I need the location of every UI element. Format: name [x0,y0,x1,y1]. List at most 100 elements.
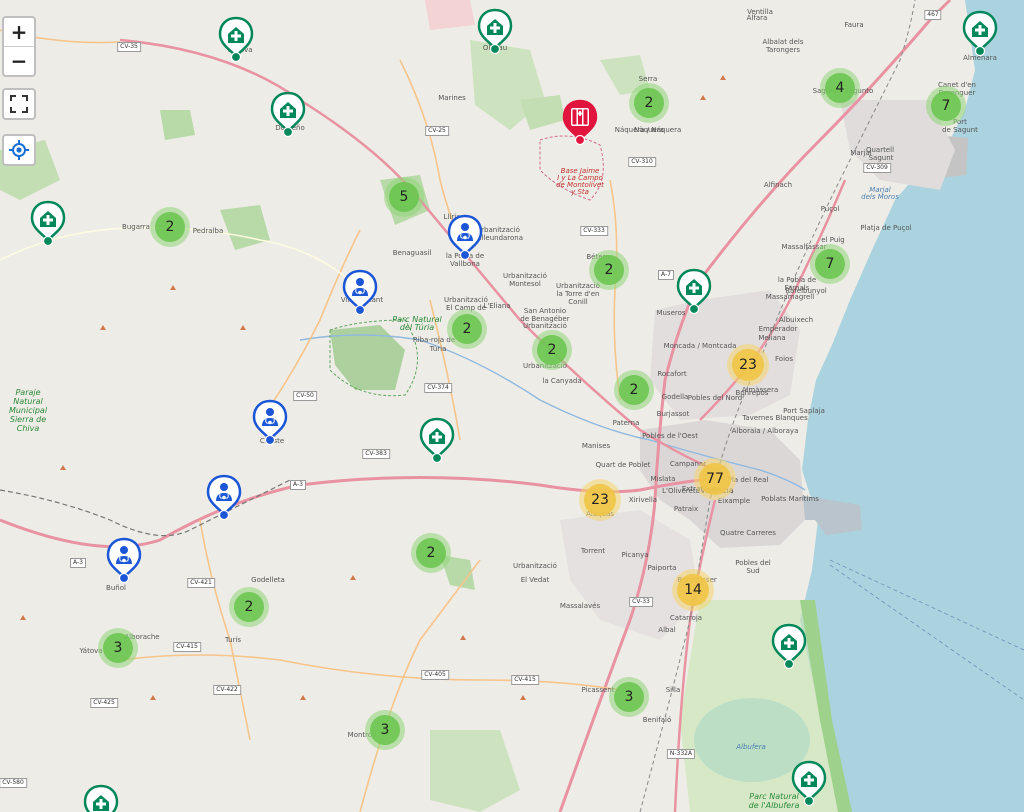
place-label: Natural [13,397,43,406]
hospital-marker[interactable] [419,417,455,464]
marker-cluster[interactable]: 2 [150,207,190,247]
place-label: Poblats Marítims [761,495,819,503]
hospital-marker[interactable] [270,91,306,138]
place-label: la Canyada [542,377,582,385]
road-shield: CV-415 [511,675,539,685]
marker-cluster[interactable]: 2 [447,309,487,349]
road-shield: CV-310 [628,157,656,167]
doctor-marker[interactable] [252,399,288,446]
place-label: dels Moros [861,193,899,201]
cluster-count: 7 [931,91,961,121]
place-label: Godella [661,393,689,401]
marker-cluster[interactable]: 2 [629,83,669,123]
place-label: Alfinach [763,181,793,189]
place-label: Benifaió [642,716,672,724]
cluster-count: 5 [389,182,419,212]
hospital-marker[interactable] [30,200,66,247]
marker-cluster[interactable]: 14 [672,569,714,611]
road-shield: CV-374 [424,383,452,393]
fullscreen-button[interactable] [4,90,34,118]
cluster-count: 2 [594,255,624,285]
hospital-marker[interactable] [477,8,513,55]
place-label: Catarroja [669,614,703,622]
marker-cluster[interactable]: 5 [384,177,424,217]
place-label: Moncada / Montcada [663,342,737,350]
marker-cluster[interactable]: 23 [579,479,621,521]
cluster-count: 2 [416,538,446,568]
place-label: El Vedat [520,576,550,584]
map-canvas[interactable]: OlocauGátovaDomeñoBugarraPedralbaBenagua… [0,0,1024,812]
place-label: Serra [638,75,658,83]
clinic-marker[interactable] [562,99,598,146]
marker-cluster[interactable]: 7 [810,244,850,284]
marker-cluster[interactable]: 4 [820,68,860,108]
marker-cluster[interactable]: 3 [365,710,405,750]
cluster-count: 4 [825,73,855,103]
doctor-marker[interactable] [206,474,242,521]
forest-4 [160,110,195,140]
marker-cluster[interactable]: 3 [609,677,649,717]
marker-cluster[interactable]: 2 [589,250,629,290]
place-label: Tavernes Blanques [742,414,808,422]
cluster-count: 77 [699,463,731,495]
forest-7 [520,95,565,130]
hospital-marker[interactable] [218,16,254,63]
road-shield: A-3 [290,480,306,490]
road-shield: CV-421 [187,578,215,588]
military-area [425,0,475,30]
hospital-marker[interactable] [791,760,827,807]
hospital-marker[interactable] [83,784,119,812]
marker-cluster[interactable]: 23 [727,344,769,386]
doctor-marker[interactable] [106,537,142,584]
place-label: L'Olivereta [662,487,700,495]
locate-icon [9,140,29,160]
map-base-layer [0,0,1024,812]
marker-cluster[interactable]: 7 [926,86,966,126]
marker-cluster[interactable]: 2 [614,370,654,410]
road-shield: CV-425 [90,698,118,708]
locate-button[interactable] [4,136,34,164]
place-label: Pobles del [735,559,771,567]
place-label: Sierra de [9,415,47,424]
place-label: Buñol [106,584,126,592]
place-label: Turís [224,636,242,644]
marker-cluster[interactable]: 2 [411,533,451,573]
zoom-out-button[interactable]: − [4,47,34,75]
cluster-count: 2 [452,314,482,344]
marker-cluster[interactable]: 77 [694,458,736,500]
place-label: Rafelbunyol [785,287,827,295]
doctor-marker[interactable] [447,214,483,261]
zoom-control: + − [2,16,36,77]
place-label: Sagunt [868,154,894,162]
fullscreen-icon [10,95,28,113]
place-label: Urbanització [513,562,557,570]
locate-control [2,134,36,166]
place-label: Bugarra [122,223,150,231]
place-label: Foios [775,355,793,363]
place-label: Torrent [580,547,606,555]
road-shield: CV-405 [421,670,449,680]
place-label: Ventilla [747,8,773,16]
hospital-marker[interactable] [962,10,998,57]
place-label: Urbanització [444,296,488,304]
railway [0,479,291,537]
marker-cluster[interactable]: 2 [229,587,269,627]
place-label: Platja de Puçol [860,224,912,232]
marker-cluster[interactable]: 3 [98,628,138,668]
zoom-in-button[interactable]: + [4,18,34,47]
marker-cluster[interactable]: 2 [532,330,572,370]
road-shield: CV-422 [213,685,241,695]
place-label: Pobles del Nord [687,394,743,402]
hospital-marker[interactable] [771,623,807,670]
road-shield: 467 [924,10,942,20]
doctor-marker[interactable] [342,269,378,316]
cluster-count: 2 [619,375,649,405]
place-label: y Sta [571,188,589,196]
hospital-marker[interactable] [676,268,712,315]
place-label: Pobles de l'Oest [642,432,698,440]
place-label: Quart de Poblet [595,461,651,469]
place-label: Paterna [612,419,640,427]
place-label: Chiva [16,424,40,433]
cluster-count: 2 [234,592,264,622]
place-label: Tarongers [765,46,801,54]
